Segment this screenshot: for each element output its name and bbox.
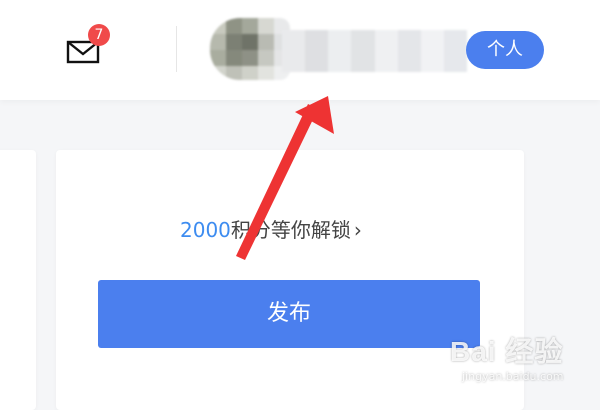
baidu-jingyan-watermark: Bai 经验 jingyan.baidu.com bbox=[450, 330, 590, 390]
side-card bbox=[0, 150, 36, 410]
watermark-url: jingyan.baidu.com bbox=[462, 370, 564, 383]
watermark-logo: Bai 经验 bbox=[450, 336, 564, 367]
arrow-head bbox=[295, 96, 334, 134]
unread-count-badge: 7 bbox=[88, 24, 110, 46]
top-header: 7 个人 bbox=[0, 0, 600, 100]
points-text: 积分等你解锁 bbox=[230, 218, 351, 242]
chevron-right-icon: › bbox=[353, 218, 362, 242]
account-type-button[interactable]: 个人 bbox=[466, 31, 544, 69]
points-unlock-link[interactable]: 2000积分等你解锁 › bbox=[180, 214, 362, 243]
publish-button[interactable]: 发布 bbox=[98, 280, 480, 348]
messages-button[interactable]: 7 bbox=[66, 24, 110, 66]
avatar[interactable] bbox=[210, 18, 290, 80]
blurred-username bbox=[282, 30, 467, 72]
header-divider bbox=[176, 26, 177, 72]
points-value: 2000 bbox=[180, 218, 231, 242]
